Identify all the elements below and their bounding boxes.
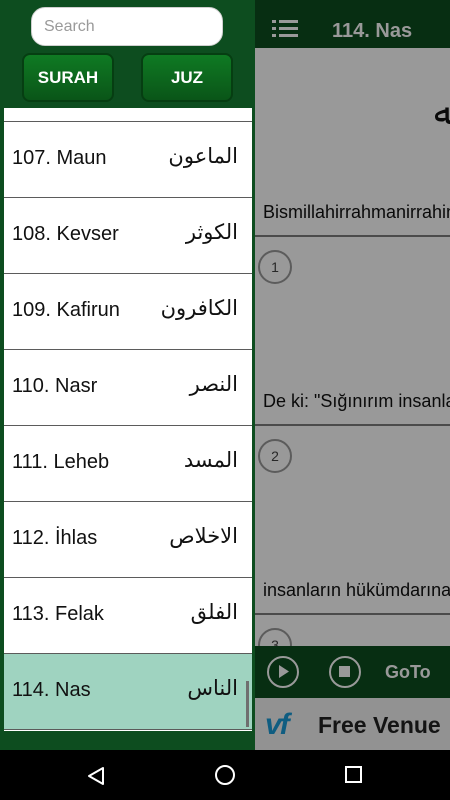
list-item[interactable]: 109. Kafirun الكافرون — [4, 273, 252, 349]
surah-name: 109. Kafirun — [12, 299, 120, 321]
list-item[interactable]: 110. Nasr النصر — [4, 349, 252, 425]
surah-name: 107. Maun — [12, 147, 107, 169]
surah-arabic-name: الكوثر — [185, 220, 238, 244]
list-item[interactable]: 112. İhlas الاخلاص — [4, 501, 252, 577]
list-item-selected[interactable]: 114. Nas الناس — [4, 653, 252, 729]
surah-name: 113. Felak — [12, 603, 104, 625]
list-item[interactable]: 113. Felak الفلق — [4, 577, 252, 653]
surah-name: 112. İhlas — [12, 527, 98, 549]
list-item[interactable] — [4, 729, 252, 731]
surah-drawer: SURAH JUZ 107. Maun الماعون 108. Kevser … — [0, 0, 255, 750]
recents-square-icon[interactable] — [345, 766, 362, 783]
surah-list[interactable]: 107. Maun الماعون 108. Kevser الكوثر 109… — [4, 108, 252, 731]
surah-arabic-name: المسد — [183, 448, 238, 472]
back-triangle-icon[interactable] — [86, 766, 106, 786]
list-item[interactable]: 111. Leheb المسد — [4, 425, 252, 501]
surah-name: 110. Nasr — [12, 375, 98, 397]
surah-arabic-name: الفلق — [190, 600, 238, 624]
juz-tab-button[interactable]: JUZ — [141, 53, 233, 102]
surah-name: 111. Leheb — [12, 451, 110, 473]
search-input[interactable] — [31, 7, 223, 46]
surah-name: 114. Nas — [12, 679, 91, 701]
home-circle-icon[interactable] — [215, 765, 235, 785]
surah-arabic-name: الاخلاص — [169, 524, 238, 548]
surah-tab-button[interactable]: SURAH — [22, 53, 114, 102]
surah-arabic-name: الماعون — [168, 144, 238, 168]
list-item[interactable]: 108. Kevser الكوثر — [4, 197, 252, 273]
system-nav-bar — [0, 750, 450, 800]
surah-arabic-name: الناس — [187, 676, 238, 700]
surah-arabic-name: الكافرون — [160, 296, 238, 320]
surah-arabic-name: النصر — [189, 372, 238, 396]
list-item[interactable]: 107. Maun الماعون — [4, 121, 252, 197]
list-scrollbar[interactable] — [246, 681, 249, 727]
surah-name: 108. Kevser — [12, 223, 119, 245]
